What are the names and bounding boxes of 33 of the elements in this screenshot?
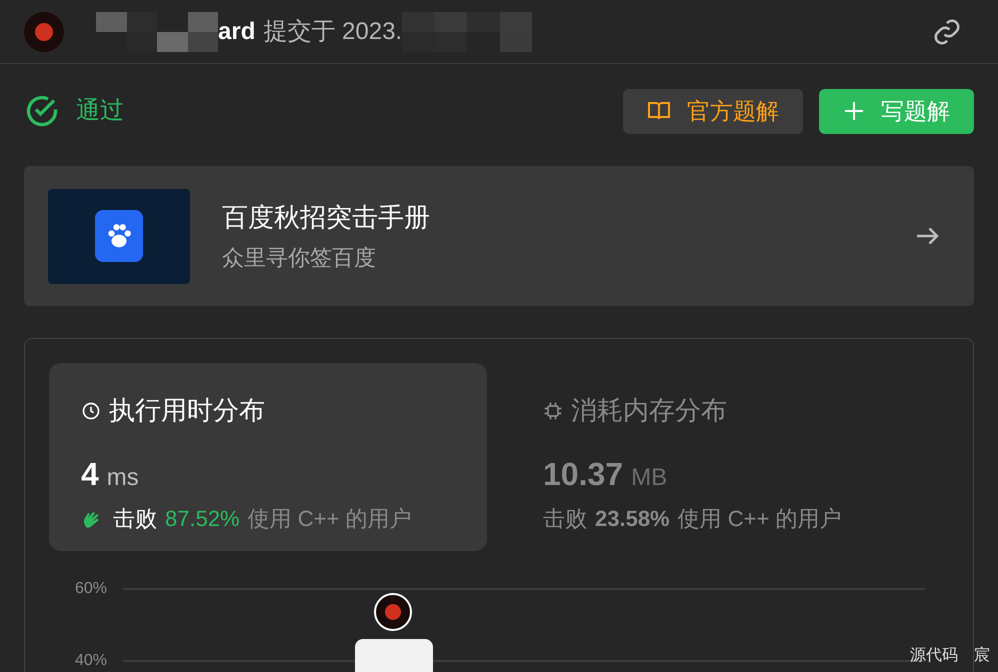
beat-label: 击败	[113, 505, 157, 533]
beat-percent: 87.52%	[165, 505, 240, 533]
stat-title: 消耗内存分布	[571, 394, 727, 427]
avatar-marker	[374, 593, 412, 631]
overlay-text: 源代码	[910, 646, 958, 666]
promo-banner[interactable]: 百度秋招突击手册 众里寻你签百度	[24, 166, 974, 306]
banner-title: 百度秋招突击手册	[222, 201, 430, 234]
book-icon	[647, 100, 671, 122]
stat-unit: MB	[631, 463, 668, 493]
beat-label: 击败	[543, 505, 587, 533]
y-axis-label: 60%	[74, 579, 108, 599]
clock-icon	[81, 400, 101, 420]
beat-percent: 23.58%	[595, 505, 670, 533]
link-icon[interactable]	[932, 16, 962, 46]
status-label: 通过	[76, 96, 124, 126]
plus-icon	[843, 100, 865, 122]
beat-suffix: 使用 C++ 的用户	[248, 505, 412, 533]
stat-title: 执行用时分布	[109, 394, 265, 427]
y-axis-label: 40%	[74, 651, 108, 671]
banner-subtitle: 众里寻你签百度	[222, 244, 377, 272]
stat-panel[interactable]: 执行用时分布 4 ms 击败 87.52% 使用 C++ 的用户	[49, 363, 487, 551]
avatar	[24, 12, 64, 52]
beat-suffix: 使用 C++ 的用户	[678, 505, 842, 533]
stat-panel[interactable]: 消耗内存分布 10.37 MB 击败 23.58% 使用 C++ 的用户	[511, 363, 949, 551]
submitted-text: 提交于 2023.	[263, 16, 402, 46]
author-name: ard	[218, 16, 256, 46]
check-circle-icon	[24, 93, 60, 129]
chip-icon	[543, 400, 563, 420]
stat-unit: ms	[106, 463, 139, 493]
overlay-text: 宸	[974, 646, 990, 666]
stat-value: 10.37	[543, 455, 624, 494]
official-solution-button[interactable]: 官方题解	[623, 88, 803, 134]
stat-value: 4	[81, 455, 99, 494]
